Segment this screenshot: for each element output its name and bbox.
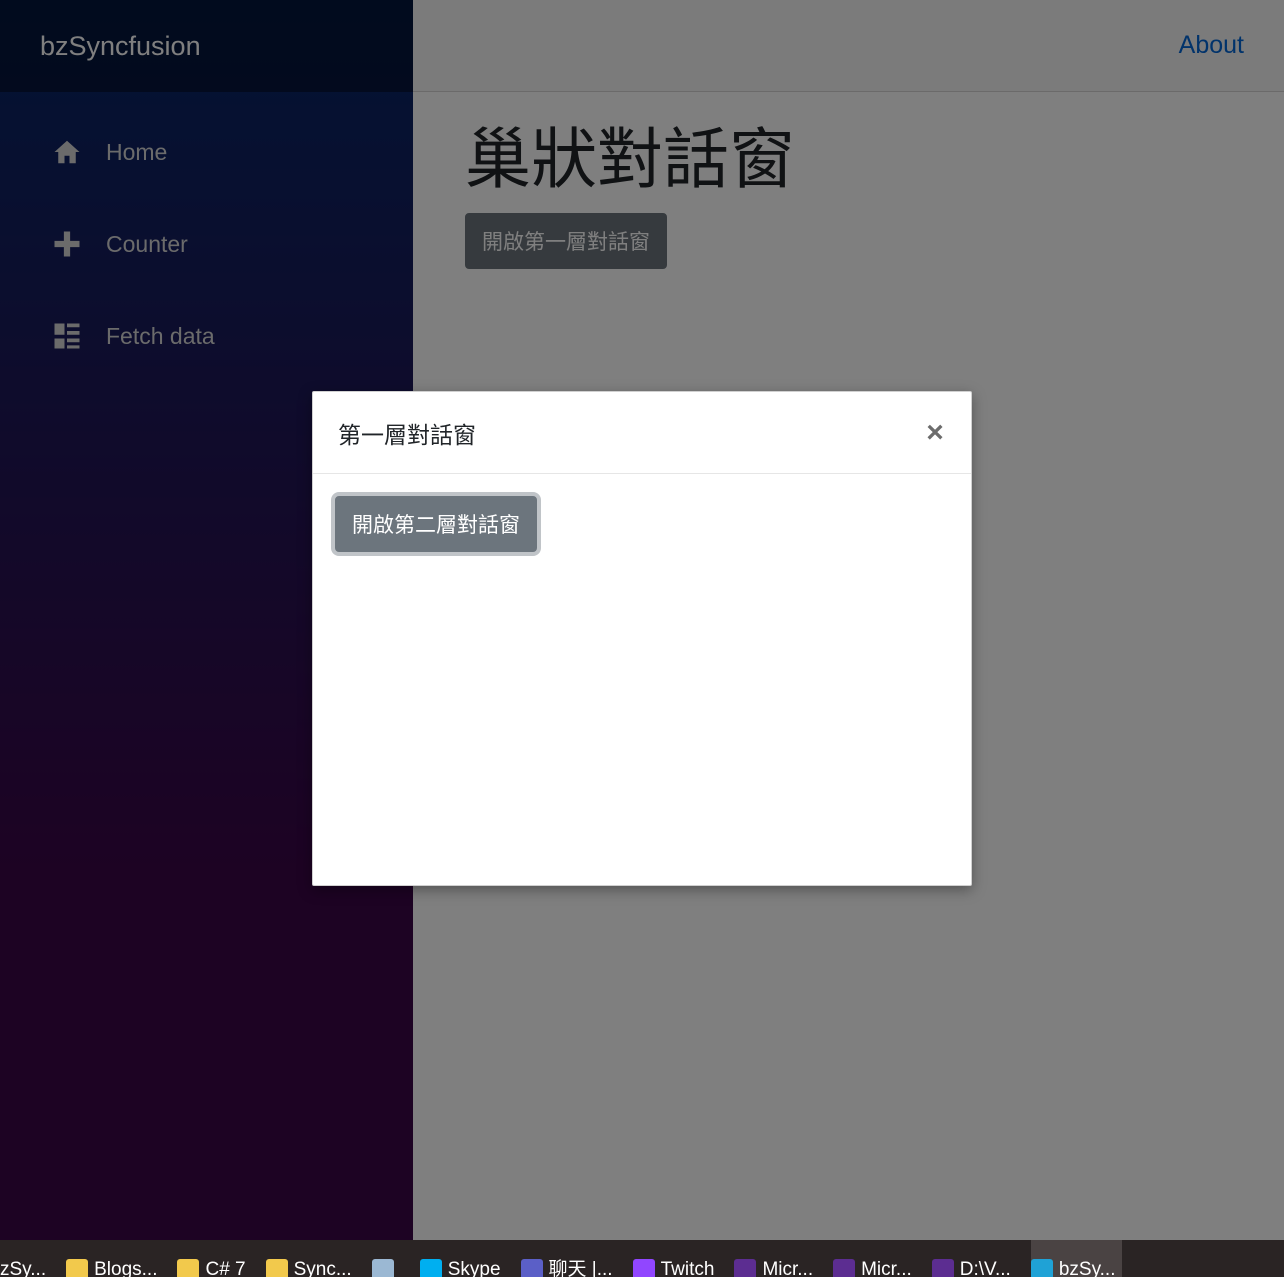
taskbar-item-label: Skype: [447, 1259, 501, 1277]
taskbar-item[interactable]: Skype: [419, 1240, 507, 1277]
first-level-dialog: 第一層對話窗 × 開啟第二層對話窗: [312, 391, 972, 886]
twitch-icon: [632, 1259, 655, 1277]
terminal-icon: [833, 1259, 856, 1277]
close-icon[interactable]: ×: [921, 416, 949, 449]
taskbar-item[interactable]: C# 7: [177, 1240, 251, 1277]
folder-icon: [265, 1259, 288, 1277]
edge-icon: [1030, 1259, 1053, 1277]
taskbar-item-label: D:\V...: [959, 1259, 1011, 1277]
dialog-title: 第一層對話窗: [338, 422, 476, 449]
taskbar-item[interactable]: zSy...: [0, 1240, 52, 1277]
taskbar-item-label: 聊天 |...: [548, 1259, 613, 1277]
taskbar-item-label: C# 7: [205, 1259, 246, 1277]
taskbar-item-label: Micr...: [762, 1259, 814, 1277]
terminal-icon: [931, 1259, 954, 1277]
taskbar-item-label: Twitch: [660, 1259, 715, 1277]
teams-icon: [520, 1259, 543, 1277]
taskbar-item[interactable]: 聊天 |...: [520, 1240, 619, 1277]
taskbar-item-label: Blogs...: [94, 1259, 158, 1277]
folder-icon: [66, 1259, 89, 1277]
open-second-dialog-button[interactable]: 開啟第二層對話窗: [335, 496, 537, 552]
taskbar-item-label: Sync...: [293, 1259, 352, 1277]
taskbar-item-label: bzSy...: [1058, 1259, 1116, 1277]
taskbar-item[interactable]: [371, 1240, 406, 1277]
terminal-icon: [734, 1259, 757, 1277]
taskbar-item-label: zSy...: [0, 1259, 47, 1277]
performance-icon: [371, 1259, 394, 1277]
taskbar: zSy... Blogs... C# 7 Sync... Skype 聊天 |... Twi…: [0, 1240, 1284, 1277]
skype-icon: [419, 1259, 442, 1277]
taskbar-item[interactable]: Micr...: [734, 1240, 819, 1277]
taskbar-item[interactable]: Sync...: [265, 1240, 358, 1277]
dialog-header: 第一層對話窗 ×: [313, 392, 971, 474]
folder-icon: [177, 1259, 200, 1277]
taskbar-item[interactable]: Micr...: [833, 1240, 918, 1277]
taskbar-item-label: Micr...: [861, 1259, 912, 1277]
taskbar-item[interactable]: Blogs...: [66, 1240, 163, 1277]
dialog-body: 開啟第二層對話窗: [313, 474, 971, 552]
taskbar-item[interactable]: bzSy...: [1030, 1240, 1122, 1277]
taskbar-item[interactable]: D:\V...: [931, 1240, 1017, 1277]
taskbar-item[interactable]: Twitch: [632, 1240, 721, 1277]
